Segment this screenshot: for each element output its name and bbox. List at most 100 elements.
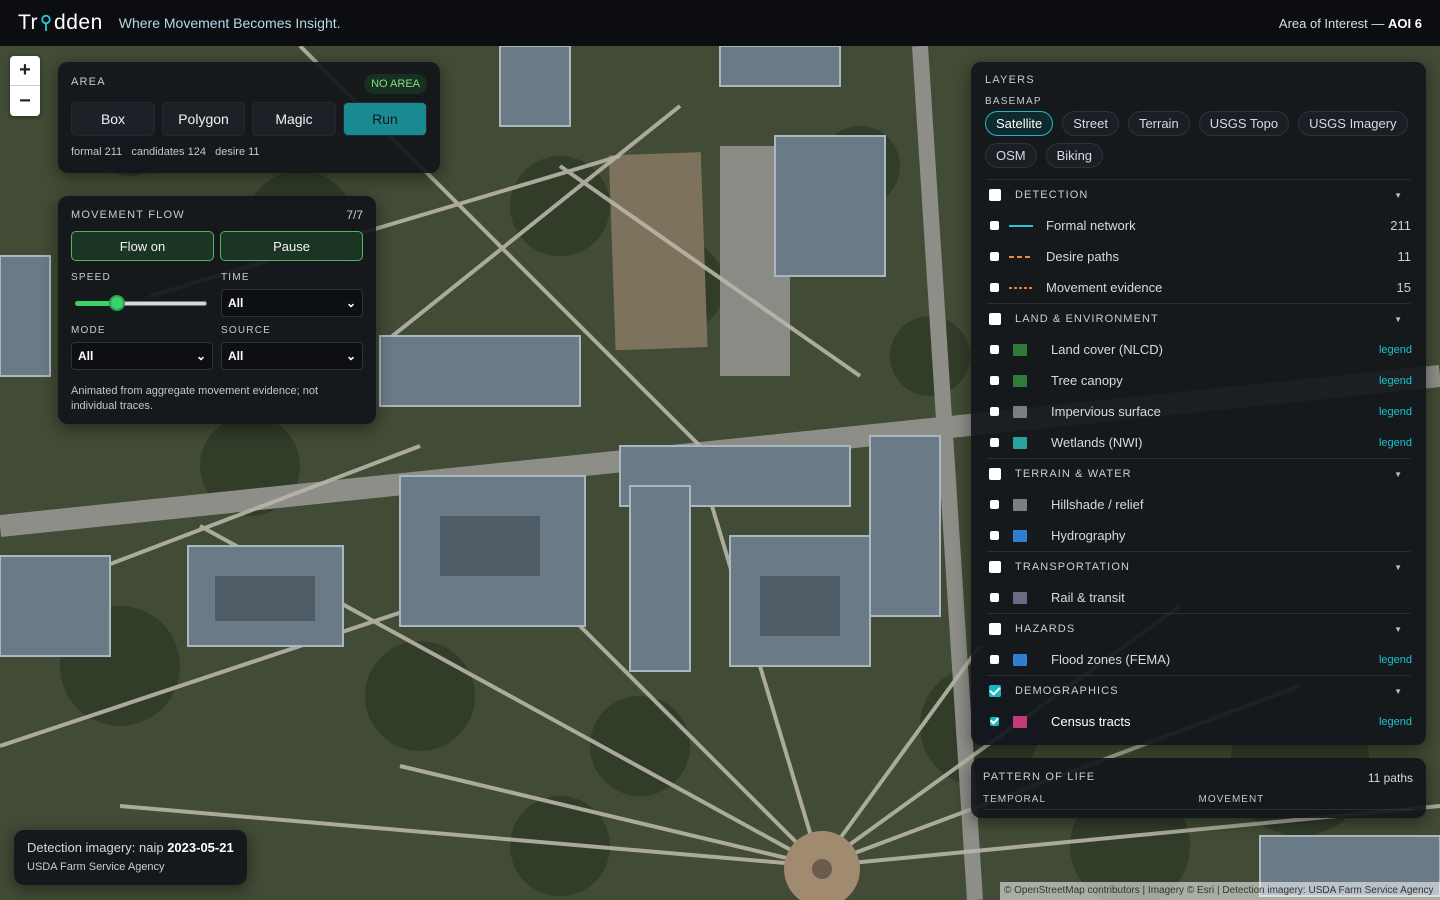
legend-link[interactable]: legend <box>1379 375 1412 387</box>
caret-down-icon[interactable]: ▼ <box>1394 625 1402 634</box>
layer-checkbox[interactable] <box>990 438 999 447</box>
layer-checkbox[interactable] <box>990 593 999 602</box>
layer-group-transportation[interactable]: TRANSPORTATION ▼ <box>985 552 1412 582</box>
mode-select[interactable]: All ⌄ <box>71 342 213 370</box>
layer-label: Land cover (NLCD) <box>1051 342 1163 357</box>
layer-label: Movement evidence <box>1046 280 1163 295</box>
layer-row-tree-canopy[interactable]: Tree canopy legend <box>985 365 1412 396</box>
basemap-chip-biking[interactable]: Biking <box>1045 143 1104 168</box>
legend-link[interactable]: legend <box>1379 437 1412 449</box>
box-tool-button[interactable]: Box <box>71 102 155 136</box>
layer-checkbox[interactable] <box>990 717 999 726</box>
source-select[interactable]: All ⌄ <box>221 342 363 370</box>
time-select[interactable]: All ⌄ <box>221 289 363 317</box>
layer-row-impervious-surface[interactable]: Impervious surface legend <box>985 396 1412 427</box>
caret-down-icon[interactable]: ▼ <box>1394 687 1402 696</box>
legend-link[interactable]: legend <box>1379 406 1412 418</box>
layer-group-detection[interactable]: DETECTION ▼ <box>985 180 1412 210</box>
basemap-chip-usgs-topo[interactable]: USGS Topo <box>1198 111 1290 136</box>
layer-group-land-environment[interactable]: LAND & ENVIRONMENT ▼ <box>985 304 1412 334</box>
basemap-options: Satellite Street Terrain USGS Topo USGS Imag… <box>985 111 1412 168</box>
chevron-down-icon: ⌄ <box>195 349 206 363</box>
color-swatch-icon <box>1013 405 1027 418</box>
map-attribution[interactable]: © OpenStreetMap contributors | Imagery ©… <box>1000 882 1440 900</box>
layer-group-terrain-water[interactable]: TERRAIN & WATER ▼ <box>985 459 1412 489</box>
speed-slider-handle[interactable] <box>109 295 125 311</box>
area-stats: formal 211 candidates 124 desire 11 <box>71 146 260 158</box>
chevron-down-icon: ⌄ <box>345 349 356 363</box>
layer-row-census-tracts[interactable]: Census tracts legend <box>985 706 1412 737</box>
detection-prefix: Detection imagery: naip <box>27 840 164 855</box>
layer-group-hazards[interactable]: HAZARDS ▼ <box>985 614 1412 644</box>
caret-down-icon[interactable]: ▼ <box>1394 563 1402 572</box>
layer-checkbox[interactable] <box>990 221 999 230</box>
basemap-chip-terrain[interactable]: Terrain <box>1127 111 1190 136</box>
flow-on-button[interactable]: Flow on <box>71 231 214 261</box>
group-label: TERRAIN & WATER <box>1015 468 1132 480</box>
time-select-value: All <box>228 296 244 310</box>
layer-row-flood-zones-fema[interactable]: Flood zones (FEMA) legend <box>985 644 1412 675</box>
layer-checkbox[interactable] <box>990 500 999 509</box>
speed-label: SPEED <box>71 272 111 283</box>
legend-link[interactable]: legend <box>1379 654 1412 666</box>
layer-checkbox[interactable] <box>990 283 999 292</box>
layer-checkbox[interactable] <box>990 407 999 416</box>
polygon-tool-button[interactable]: Polygon <box>162 102 245 136</box>
basemap-chip-usgs-imagery[interactable]: USGS Imagery <box>1298 111 1408 136</box>
legend-link[interactable]: legend <box>1379 344 1412 356</box>
layer-checkbox[interactable] <box>990 531 999 540</box>
zoom-in-button[interactable]: + <box>10 56 40 86</box>
layer-checkbox[interactable] <box>990 252 999 261</box>
legend-link[interactable]: legend <box>1379 716 1412 728</box>
app-logo[interactable]: Tr dden <box>18 11 103 35</box>
basemap-label: BASEMAP <box>985 96 1042 107</box>
source-select-value: All <box>228 349 244 363</box>
magic-tool-button[interactable]: Magic <box>252 102 336 136</box>
color-swatch-icon <box>1013 591 1027 604</box>
basemap-chip-osm[interactable]: OSM <box>985 143 1037 168</box>
caret-down-icon[interactable]: ▼ <box>1394 191 1402 200</box>
zoom-control: + − <box>10 56 40 116</box>
area-tools: Box Polygon Magic Run <box>71 102 427 136</box>
layer-checkbox[interactable] <box>990 655 999 664</box>
zoom-out-button[interactable]: − <box>10 86 40 116</box>
group-checkbox[interactable] <box>989 685 1001 697</box>
layer-row-hydrography[interactable]: Hydrography <box>985 520 1412 551</box>
mode-select-value: All <box>78 349 94 363</box>
caret-down-icon[interactable]: ▼ <box>1394 315 1402 324</box>
top-bar: Tr dden Where Movement Becomes Insight. … <box>0 0 1440 46</box>
basemap-chip-satellite[interactable]: Satellite <box>985 111 1054 136</box>
group-label: DEMOGRAPHICS <box>1015 685 1119 697</box>
layer-row-hillshade-relief[interactable]: Hillshade / relief <box>985 489 1412 520</box>
layer-row-desire-paths[interactable]: Desire paths 11 <box>985 241 1412 272</box>
layer-label: Census tracts <box>1051 714 1131 729</box>
layer-row-movement-evidence[interactable]: Movement evidence 15 <box>985 272 1412 303</box>
layer-checkbox[interactable] <box>990 376 999 385</box>
logo-text-end: dden <box>54 11 103 34</box>
group-checkbox[interactable] <box>989 561 1001 573</box>
layer-row-wetlands-nwi[interactable]: Wetlands (NWI) legend <box>985 427 1412 458</box>
speed-slider[interactable] <box>71 289 213 317</box>
group-checkbox[interactable] <box>989 468 1001 480</box>
divider <box>983 809 1414 810</box>
layer-checkbox[interactable] <box>990 345 999 354</box>
group-label: LAND & ENVIRONMENT <box>1015 313 1159 325</box>
layer-row-formal-network[interactable]: Formal network 211 <box>985 210 1412 241</box>
line-swatch-icon <box>1009 255 1033 258</box>
group-checkbox[interactable] <box>989 623 1001 635</box>
layer-count: 211 <box>1390 218 1411 233</box>
layer-row-land-cover-nlcd[interactable]: Land cover (NLCD) legend <box>985 334 1412 365</box>
basemap-chip-street[interactable]: Street <box>1062 111 1119 136</box>
layer-row-rail-transit[interactable]: Rail & transit <box>985 582 1412 613</box>
caret-down-icon[interactable]: ▼ <box>1394 470 1402 479</box>
group-checkbox[interactable] <box>989 189 1001 201</box>
run-button[interactable]: Run <box>343 102 427 136</box>
layer-group-demographics[interactable]: DEMOGRAPHICS ▼ <box>985 676 1412 706</box>
pattern-title: PATTERN OF LIFE <box>983 771 1096 783</box>
layer-count: 11 <box>1397 249 1412 264</box>
color-swatch-icon <box>1013 374 1027 387</box>
pause-button[interactable]: Pause <box>220 231 363 261</box>
detection-agency: USDA Farm Service Agency <box>27 861 165 873</box>
group-checkbox[interactable] <box>989 313 1001 325</box>
layer-groups: DETECTION ▼ Formal network 211 Desire paths 1… <box>985 179 1412 737</box>
